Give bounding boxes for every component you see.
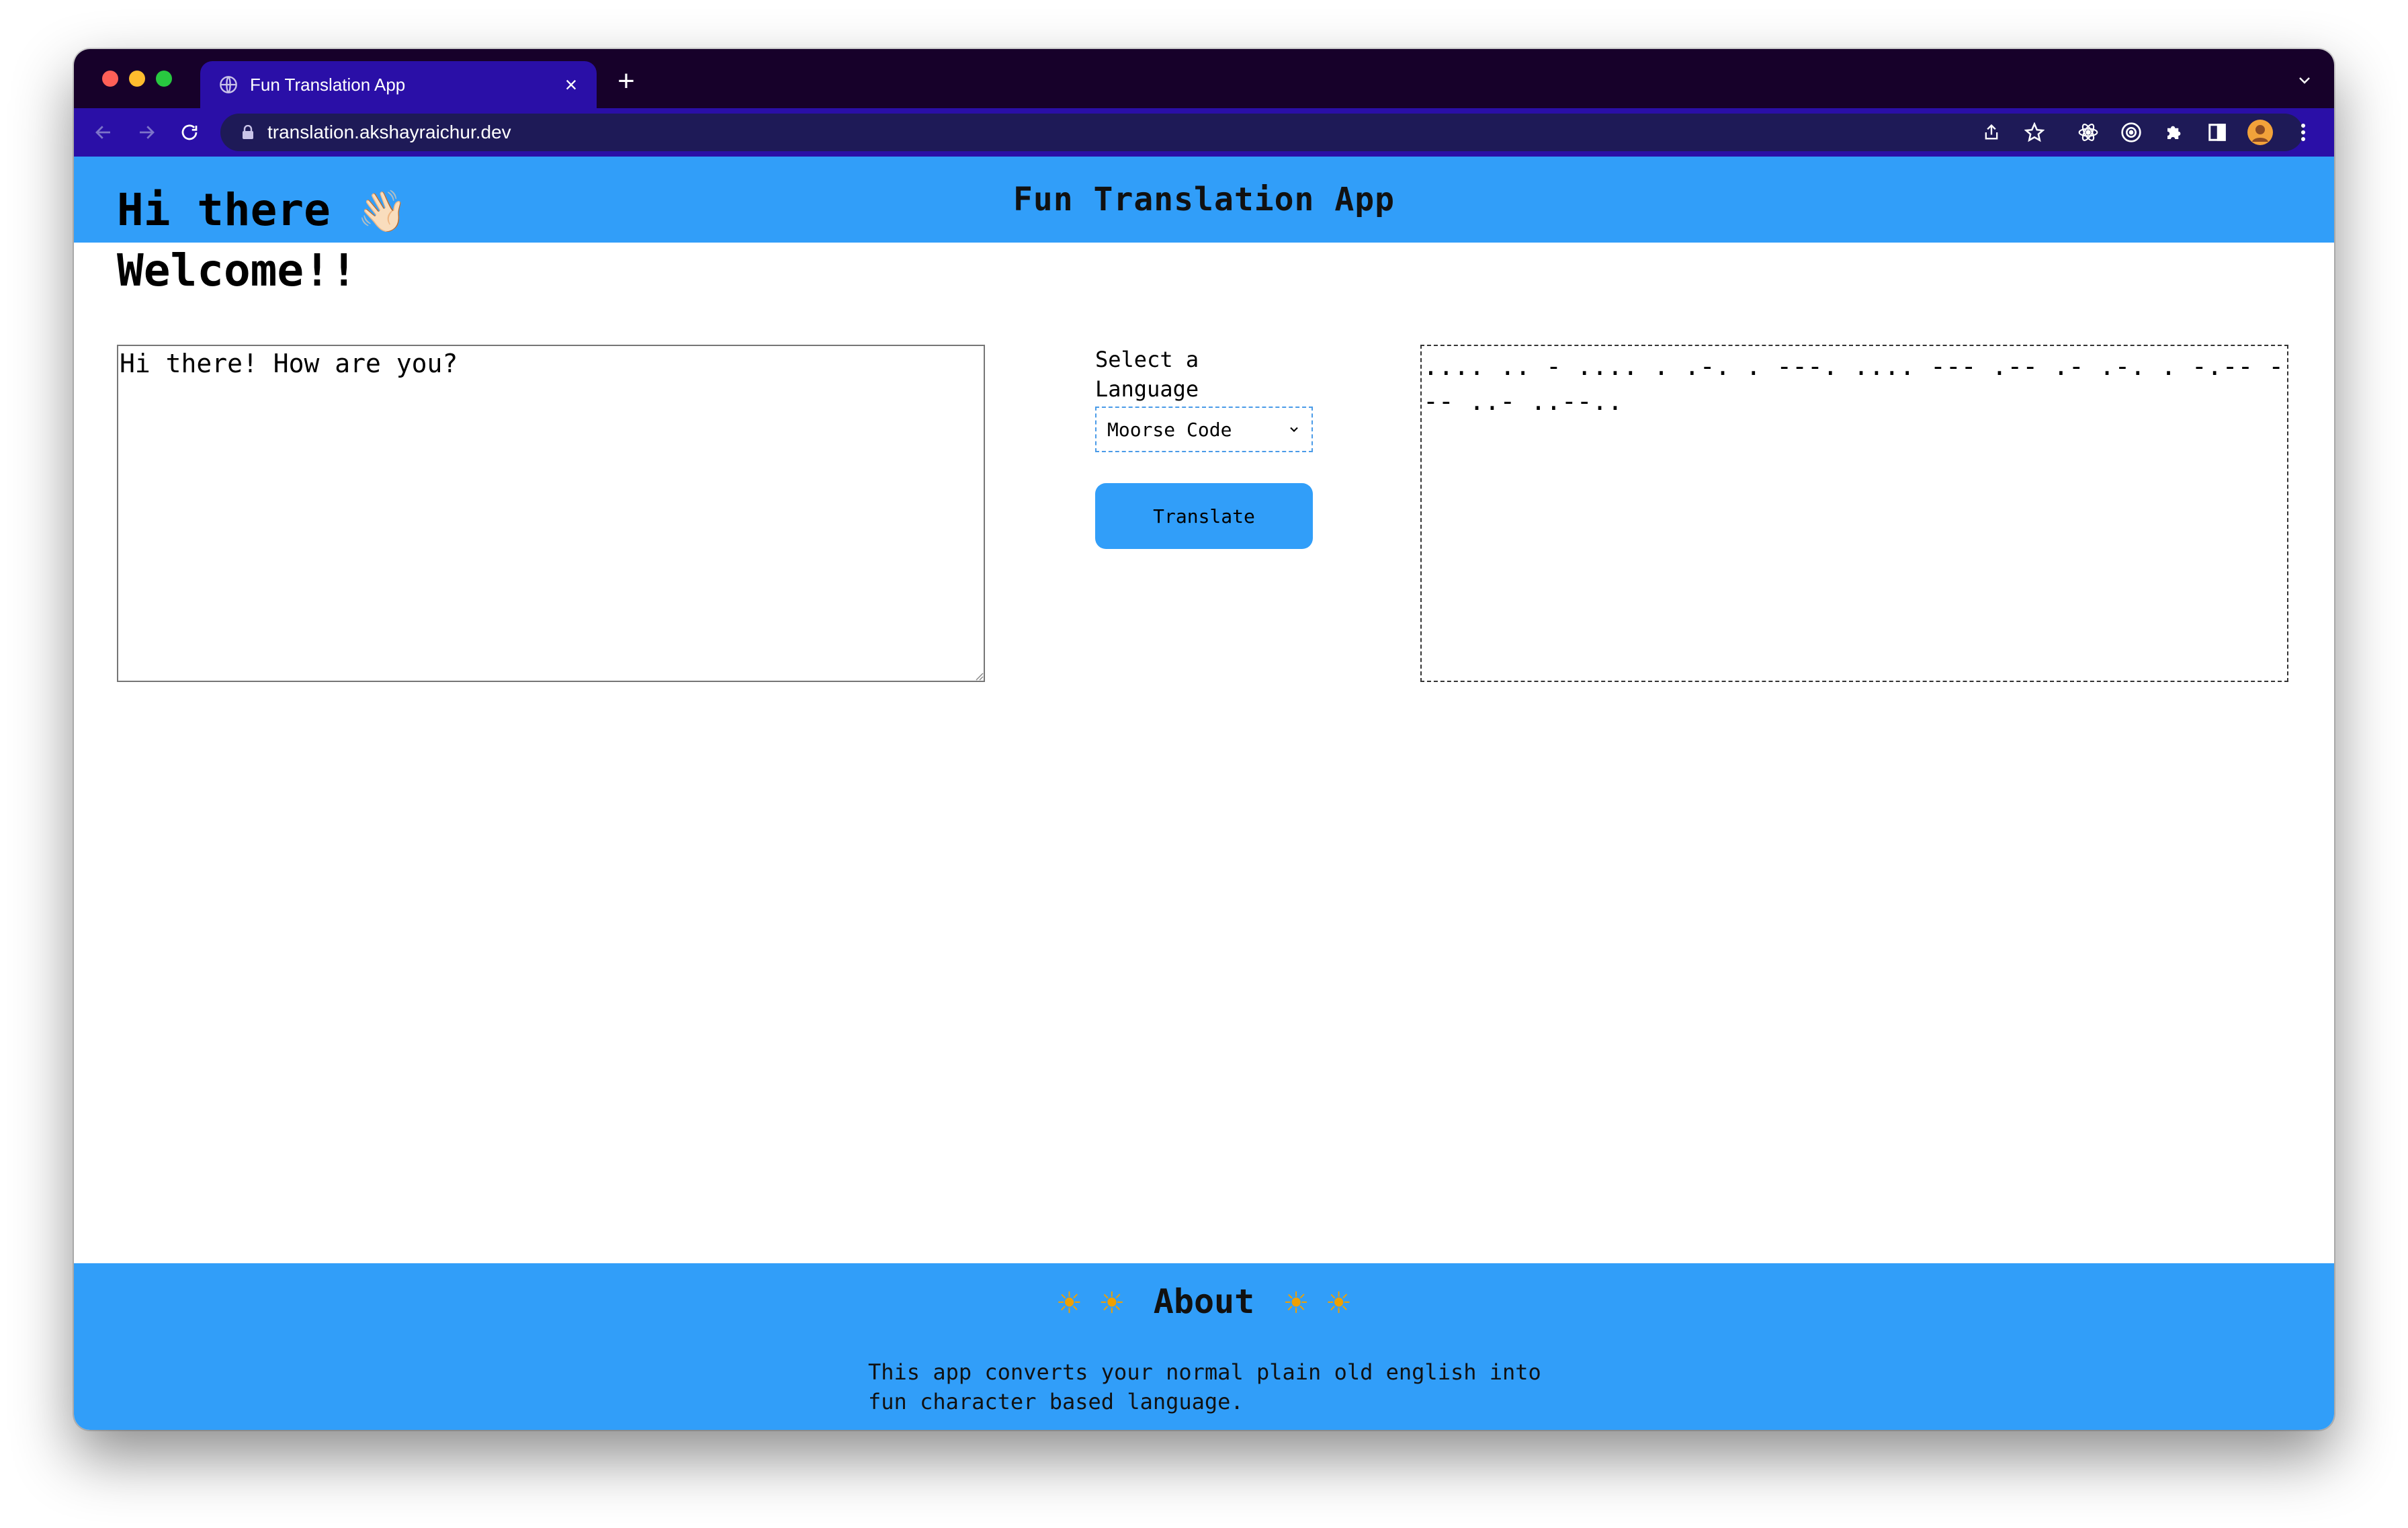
tab-bar: Fun Translation App × + bbox=[74, 49, 2334, 108]
about-title: About bbox=[1153, 1282, 1255, 1321]
sidebar-icon[interactable] bbox=[2202, 118, 2232, 147]
about-text: This app converts your normal plain old … bbox=[868, 1359, 1541, 1414]
output-box: .... .. - .... . .-. . ---. .... --- .--… bbox=[1420, 345, 2288, 682]
translate-button[interactable]: Translate bbox=[1095, 483, 1313, 549]
react-devtools-icon[interactable] bbox=[2073, 118, 2103, 147]
resize-grip-icon[interactable] bbox=[973, 670, 984, 681]
app-title: Fun Translation App bbox=[1013, 181, 1395, 218]
browser-toolbar: translation.akshayraichur.dev bbox=[74, 108, 2334, 157]
new-tab-button[interactable]: + bbox=[611, 67, 641, 96]
minimize-window-button[interactable] bbox=[129, 71, 145, 87]
greeting-line-1: Hi there bbox=[117, 184, 331, 236]
url-text: translation.akshayraichur.dev bbox=[267, 122, 511, 142]
about-footer: ☀ ☀ About ☀ ☀ This app converts your norma… bbox=[74, 1263, 2334, 1430]
forward-arrow-icon[interactable] bbox=[133, 119, 160, 146]
sun-icon: ☀ bbox=[1325, 1286, 1352, 1320]
kebab-menu-icon[interactable] bbox=[2288, 118, 2318, 147]
maximize-window-button[interactable] bbox=[156, 71, 172, 87]
page-content: Fun Translation App Hi there 👋🏻 Welcome!… bbox=[74, 157, 2334, 1430]
greeting: Hi there 👋🏻 Welcome!! bbox=[117, 181, 407, 300]
language-select[interactable]: Moorse Code bbox=[1095, 407, 1313, 452]
close-window-button[interactable] bbox=[102, 71, 118, 87]
about-heading: ☀ ☀ About ☀ ☀ bbox=[74, 1282, 2334, 1321]
tab-title: Fun Translation App bbox=[250, 74, 406, 95]
language-label: Select a Language bbox=[1095, 347, 1199, 402]
sun-icon: ☀ bbox=[1283, 1286, 1309, 1320]
sun-icon: ☀ bbox=[1056, 1286, 1083, 1320]
greeting-line-2: Welcome!! bbox=[117, 245, 357, 296]
lock-icon[interactable] bbox=[238, 125, 258, 140]
waving-hand-icon: 👋🏻 bbox=[357, 188, 408, 235]
chevron-down-icon[interactable] bbox=[2294, 69, 2315, 91]
browser-window: Fun Translation App × + translation.aksh… bbox=[74, 49, 2334, 1430]
reload-icon[interactable] bbox=[176, 119, 203, 146]
puzzle-extensions-icon[interactable] bbox=[2159, 118, 2189, 147]
target-extension-icon[interactable] bbox=[2116, 118, 2146, 147]
star-icon[interactable] bbox=[2020, 118, 2049, 147]
app-header: Fun Translation App bbox=[74, 157, 2334, 243]
tab-close-icon[interactable]: × bbox=[558, 71, 585, 98]
sun-icon: ☀ bbox=[1099, 1286, 1125, 1320]
back-arrow-icon[interactable] bbox=[90, 119, 117, 146]
chevron-down-icon bbox=[1290, 427, 1298, 432]
globe-icon bbox=[219, 75, 238, 94]
input-textarea[interactable]: Hi there! How are you? bbox=[117, 345, 985, 682]
language-select-value: Moorse Code bbox=[1107, 418, 1232, 441]
profile-avatar[interactable] bbox=[2245, 118, 2275, 147]
share-icon[interactable] bbox=[1977, 118, 2006, 147]
tab-active[interactable]: Fun Translation App × bbox=[200, 61, 597, 108]
